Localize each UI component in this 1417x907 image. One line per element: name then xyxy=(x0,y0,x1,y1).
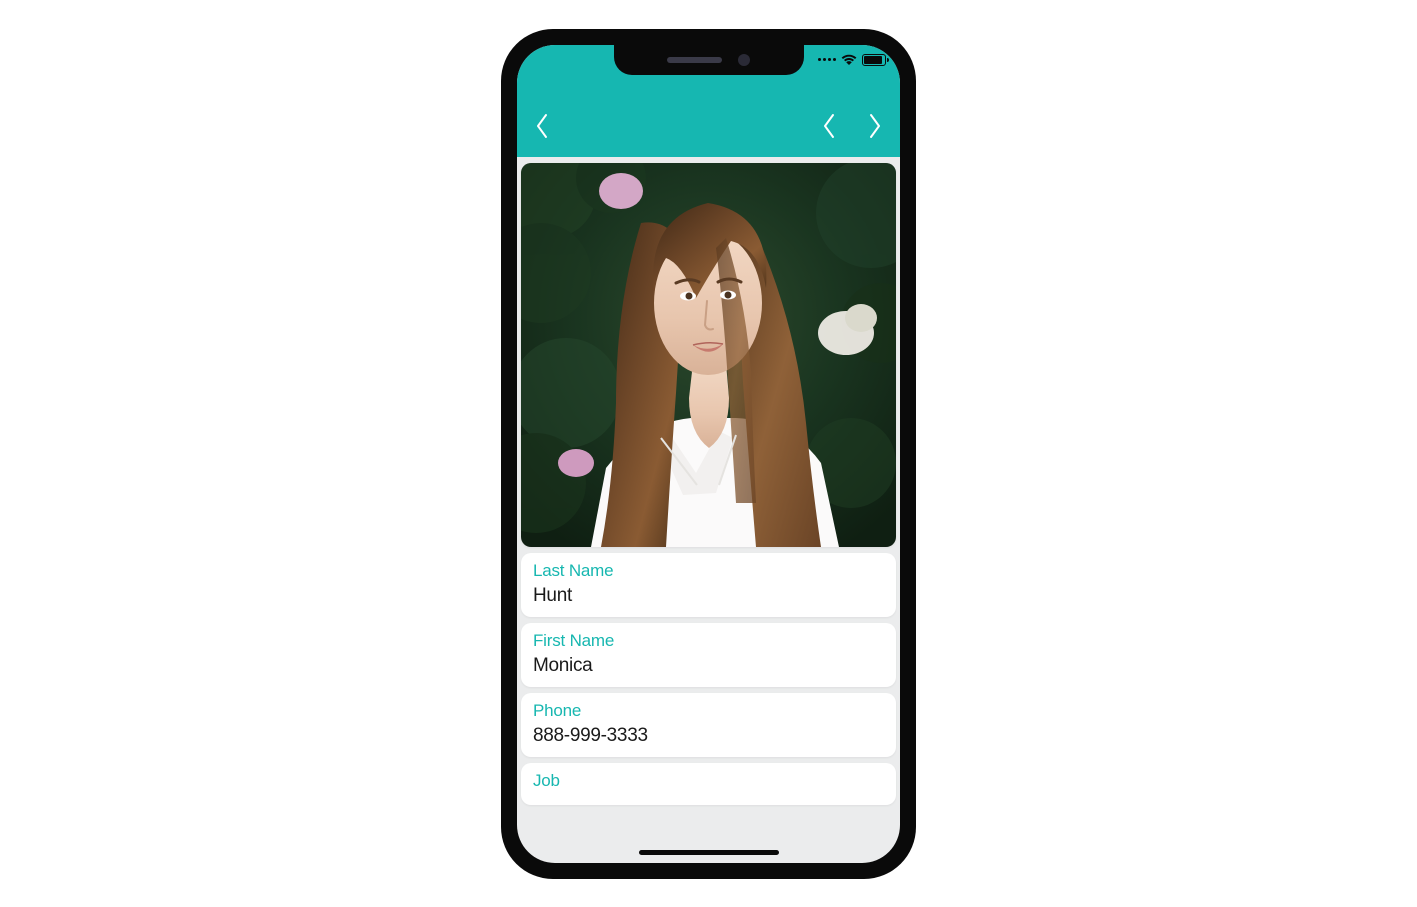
field-label: Last Name xyxy=(533,561,884,581)
field-label: Job xyxy=(533,771,884,791)
content-area[interactable]: Last Name Hunt First Name Monica Phone 8… xyxy=(517,157,900,863)
field-label: Phone xyxy=(533,701,884,721)
field-value: Monica xyxy=(533,655,884,677)
home-indicator[interactable] xyxy=(639,850,779,855)
phone-screen: Last Name Hunt First Name Monica Phone 8… xyxy=(517,45,900,863)
status-bar xyxy=(818,49,886,71)
field-value: Hunt xyxy=(533,585,884,607)
prev-button[interactable] xyxy=(816,106,842,146)
field-last-name[interactable]: Last Name Hunt xyxy=(521,553,896,617)
field-phone[interactable]: Phone 888-999-3333 xyxy=(521,693,896,757)
profile-photo[interactable] xyxy=(521,163,896,547)
next-button[interactable] xyxy=(862,106,888,146)
chevron-left-icon xyxy=(535,112,549,140)
back-button[interactable] xyxy=(529,106,555,146)
front-camera xyxy=(738,54,750,66)
battery-icon xyxy=(862,54,886,66)
chevron-left-icon xyxy=(822,112,836,140)
phone-notch xyxy=(614,45,804,75)
speaker-grille xyxy=(667,57,722,63)
chevron-right-icon xyxy=(868,112,882,140)
wifi-icon xyxy=(841,54,857,66)
field-first-name[interactable]: First Name Monica xyxy=(521,623,896,687)
cellular-icon xyxy=(818,58,836,61)
field-value: 888-999-3333 xyxy=(533,725,884,747)
field-label: First Name xyxy=(533,631,884,651)
profile-photo-card xyxy=(521,163,896,547)
phone-shell: Last Name Hunt First Name Monica Phone 8… xyxy=(501,29,916,879)
field-job[interactable]: Job xyxy=(521,763,896,805)
